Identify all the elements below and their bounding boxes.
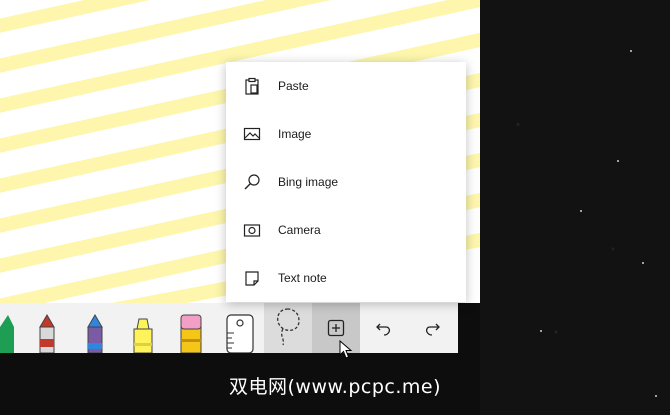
redo-button[interactable] xyxy=(408,303,456,353)
blue-marker-icon xyxy=(87,314,103,353)
add-box-icon xyxy=(327,319,345,337)
pencil-icon xyxy=(180,314,202,353)
redo-icon xyxy=(425,323,440,336)
menu-item-text-note[interactable]: Text note xyxy=(226,254,466,302)
dark-starry-background xyxy=(480,0,670,415)
menu-item-label: Bing image xyxy=(278,175,339,189)
menu-item-camera[interactable]: Camera xyxy=(226,206,466,254)
ruler-tool[interactable] xyxy=(216,303,262,353)
lasso-icon xyxy=(277,308,300,346)
menu-item-bing-image[interactable]: Bing image xyxy=(226,158,466,206)
menu-item-label: Camera xyxy=(278,223,321,237)
ink-toolbar xyxy=(0,303,458,353)
image-icon xyxy=(226,125,278,143)
menu-item-label: Image xyxy=(278,127,312,141)
note-icon xyxy=(226,269,278,287)
highlighter-icon xyxy=(133,318,153,353)
menu-item-label: Text note xyxy=(278,271,327,285)
undo-button[interactable] xyxy=(360,303,408,353)
paste-icon xyxy=(226,77,278,95)
red-marker-tool[interactable] xyxy=(24,303,70,353)
lasso-select-button[interactable] xyxy=(264,303,312,353)
undo-icon xyxy=(376,323,391,336)
search-icon xyxy=(226,173,278,191)
mouse-pointer-icon xyxy=(339,339,353,365)
pencil-tool[interactable] xyxy=(168,303,214,353)
red-marker-icon xyxy=(39,314,55,353)
highlighter-tool[interactable] xyxy=(120,303,166,353)
green-marker-icon xyxy=(0,315,14,353)
camera-icon xyxy=(226,221,278,239)
insert-menu: Paste Image Bing image Camera Text note xyxy=(226,62,466,302)
menu-item-label: Paste xyxy=(278,79,309,93)
menu-item-image[interactable]: Image xyxy=(226,110,466,158)
watermark-text: 双电网(www.pcpc.me) xyxy=(229,376,441,398)
ruler-icon xyxy=(226,314,254,353)
blue-marker-tool[interactable] xyxy=(72,303,118,353)
menu-item-paste[interactable]: Paste xyxy=(226,62,466,110)
